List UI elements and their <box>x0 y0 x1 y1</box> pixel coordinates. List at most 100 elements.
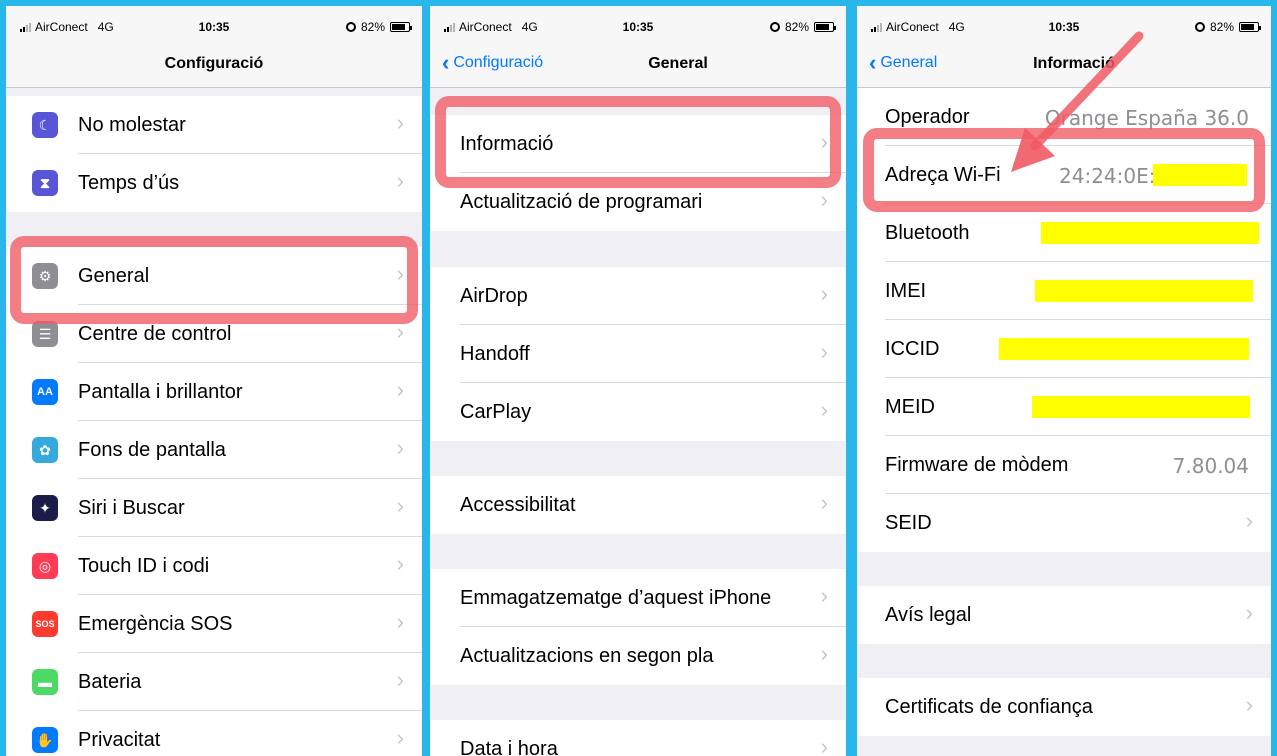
info-row-avis-legal[interactable]: Avís legal › <box>857 586 1271 644</box>
chevron-right-icon: › <box>396 319 404 344</box>
chevron-right-icon: › <box>396 609 404 634</box>
general-row-informacio[interactable]: Informació › <box>430 115 846 173</box>
general-row-data-hora[interactable]: Data i hora › <box>430 720 846 756</box>
chevron-right-icon: › <box>820 339 828 364</box>
row-label: Bluetooth <box>885 222 970 244</box>
chevron-right-icon: › <box>396 551 404 576</box>
chevron-right-icon: › <box>820 734 828 756</box>
chevron-right-icon: › <box>396 435 404 460</box>
chevron-right-icon: › <box>820 641 828 666</box>
general-row-accessibilitat[interactable]: Accessibilitat › <box>430 476 846 534</box>
row-label: No molestar <box>78 114 186 136</box>
about-screen: AirConect 4G 10:35 82% ‹ General Informaci… <box>857 6 1271 756</box>
switches-icon: ☰ <box>32 321 58 347</box>
chevron-right-icon: › <box>1245 692 1253 717</box>
row-label: Siri i Buscar <box>78 497 185 519</box>
row-label: IMEI <box>885 280 927 302</box>
row-label: Centre de control <box>78 323 232 345</box>
settings-row-temps-us[interactable]: ⧗ Temps d’ús › <box>6 154 422 212</box>
sos-icon: SOS <box>32 611 58 637</box>
battery-icon <box>814 22 836 32</box>
row-label: General <box>78 265 150 287</box>
info-row-meid: MEID <box>857 378 1271 436</box>
settings-row-touch-id[interactable]: ◎ Touch ID i codi › <box>6 537 422 595</box>
redaction-mask <box>999 338 1249 360</box>
settings-screen: AirConect 4G 10:35 82% Configuració ☾ No … <box>6 6 422 756</box>
nav-bar: ‹ Configuració General <box>430 38 846 88</box>
settings-row-sos[interactable]: SOS Emergència SOS › <box>6 595 422 653</box>
row-label: Avís legal <box>885 604 972 626</box>
settings-row-bateria[interactable]: ▬ Bateria › <box>6 653 422 711</box>
fingerprint-icon: ◎ <box>32 553 58 579</box>
chevron-right-icon: › <box>396 377 404 402</box>
general-row-carplay[interactable]: CarPlay › <box>430 383 846 441</box>
row-label: Emmagatzematge d’aquest iPhone <box>460 587 772 609</box>
battery-percent: 82% <box>360 20 385 34</box>
row-label: Informació <box>460 133 554 155</box>
row-value: 7.80.04 <box>1172 454 1249 478</box>
chevron-right-icon: › <box>1245 508 1253 533</box>
hourglass-icon: ⧗ <box>32 170 58 196</box>
text-size-icon: AA <box>32 379 58 405</box>
moon-icon: ☾ <box>32 112 58 138</box>
chevron-right-icon: › <box>820 490 828 515</box>
chevron-right-icon: › <box>820 129 828 154</box>
battery-icon <box>390 22 412 32</box>
general-row-emmagatzematge[interactable]: Emmagatzematge d’aquest iPhone › <box>430 569 846 627</box>
info-row-imei: IMEI <box>857 262 1271 320</box>
chevron-right-icon: › <box>396 261 404 286</box>
row-label: CarPlay <box>460 401 532 423</box>
settings-row-siri[interactable]: ✦ Siri i Buscar › <box>6 479 422 537</box>
general-row-handoff[interactable]: Handoff › <box>430 325 846 383</box>
row-label: Accessibilitat <box>460 494 576 516</box>
page-title: General <box>648 55 708 72</box>
settings-row-fons[interactable]: ✿ Fons de pantalla › <box>6 421 422 479</box>
info-row-firmware: Firmware de mòdem 7.80.04 <box>857 436 1271 494</box>
chevron-right-icon: › <box>396 110 404 135</box>
battery-icon: ▬ <box>32 669 58 695</box>
alarm-icon <box>345 22 356 32</box>
hand-icon: ✋ <box>32 727 58 753</box>
settings-row-privacitat[interactable]: ✋ Privacitat › <box>6 711 422 756</box>
row-label: Temps d’ús <box>78 172 180 194</box>
row-label: Bateria <box>78 671 142 693</box>
settings-row-general[interactable]: ⚙ General › <box>6 247 422 305</box>
row-label: SEID <box>885 512 932 534</box>
alarm-icon <box>769 22 780 32</box>
info-row-bluetooth: Bluetooth <box>857 204 1271 262</box>
chevron-right-icon: › <box>820 397 828 422</box>
chevron-right-icon: › <box>820 583 828 608</box>
chevron-right-icon: › <box>396 168 404 193</box>
row-label: MEID <box>885 396 935 418</box>
settings-row-centre-control[interactable]: ☰ Centre de control › <box>6 305 422 363</box>
info-row-seid[interactable]: SEID › <box>857 494 1271 552</box>
battery-percent: 82% <box>784 20 809 34</box>
row-label: Touch ID i codi <box>78 555 210 577</box>
row-label: Fons de pantalla <box>78 439 226 461</box>
row-label: Pantalla i brillantor <box>78 381 243 403</box>
row-label: Actualitzacions en segon pla <box>460 645 714 667</box>
row-label: Handoff <box>460 343 530 365</box>
row-label: Emergència SOS <box>78 613 233 635</box>
row-label: Data i hora <box>460 738 558 756</box>
general-row-airdrop[interactable]: AirDrop › <box>430 267 846 325</box>
row-label: Firmware de mòdem <box>885 454 1069 476</box>
siri-icon: ✦ <box>32 495 58 521</box>
settings-row-no-molestar[interactable]: ☾ No molestar › <box>6 96 422 154</box>
flower-icon: ✿ <box>32 437 58 463</box>
general-row-actualitzacio[interactable]: Actualització de programari › <box>430 173 846 231</box>
redaction-mask <box>1041 222 1259 244</box>
info-row-iccid: ICCID <box>857 320 1271 378</box>
general-row-segon-pla[interactable]: Actualitzacions en segon pla › <box>430 627 846 685</box>
chevron-right-icon: › <box>1245 600 1253 625</box>
general-screen: AirConect 4G 10:35 82% ‹ Configuració Gene… <box>430 6 846 756</box>
chevron-right-icon: › <box>820 281 828 306</box>
row-label: Actualització de programari <box>460 191 703 213</box>
settings-row-pantalla[interactable]: AA Pantalla i brillantor › <box>6 363 422 421</box>
page-title: Configuració <box>164 55 264 72</box>
annotation-arrow-icon <box>1011 31 1144 172</box>
info-row-certificats[interactable]: Certificats de confiança › <box>857 678 1271 736</box>
row-label: AirDrop <box>460 285 528 307</box>
chevron-right-icon: › <box>820 187 828 212</box>
redaction-mask <box>1035 280 1253 302</box>
